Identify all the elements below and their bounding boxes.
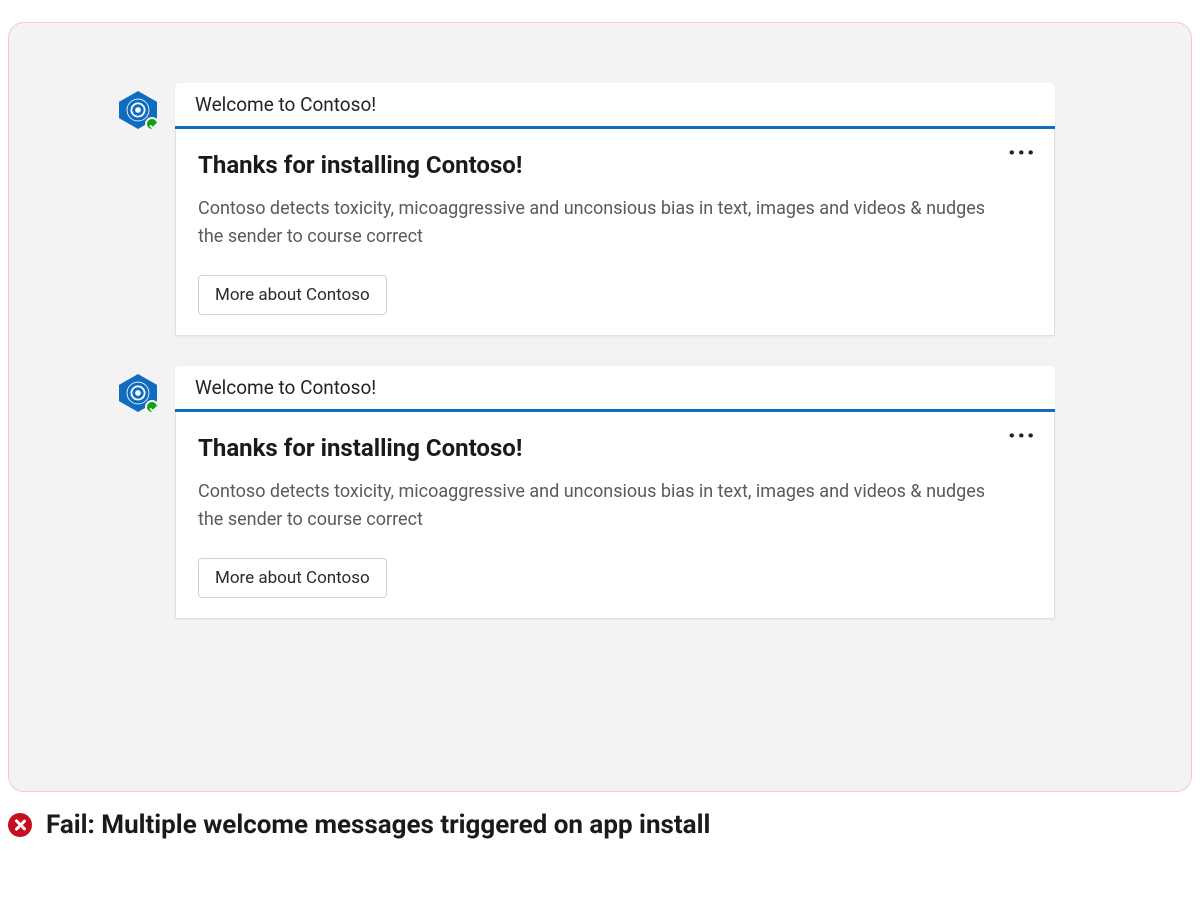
presence-available-icon bbox=[145, 400, 159, 414]
more-about-button[interactable]: More about Contoso bbox=[198, 275, 387, 315]
more-options-icon[interactable]: ··· bbox=[1008, 430, 1036, 441]
message-card: Welcome to Contoso! ··· Thanks for insta… bbox=[119, 366, 1191, 619]
card-title: Thanks for installing Contoso! bbox=[198, 151, 1032, 179]
card-title: Thanks for installing Contoso! bbox=[198, 434, 1032, 462]
caption-text: Fail: Multiple welcome messages triggere… bbox=[46, 810, 710, 840]
card-body: ··· Thanks for installing Contoso! Conto… bbox=[175, 129, 1055, 336]
card-description: Contoso detects toxicity, micoaggressive… bbox=[198, 478, 988, 534]
card-header: Welcome to Contoso! bbox=[175, 366, 1055, 409]
fail-icon bbox=[8, 813, 32, 837]
card-body: ··· Thanks for installing Contoso! Conto… bbox=[175, 412, 1055, 619]
more-options-icon[interactable]: ··· bbox=[1008, 147, 1036, 158]
bot-avatar bbox=[119, 374, 157, 412]
card-description: Contoso detects toxicity, micoaggressive… bbox=[198, 195, 988, 251]
more-about-button[interactable]: More about Contoso bbox=[198, 558, 387, 598]
presence-available-icon bbox=[145, 117, 159, 131]
message-card: Welcome to Contoso! ··· Thanks for insta… bbox=[119, 83, 1191, 336]
adaptive-card: Welcome to Contoso! ··· Thanks for insta… bbox=[175, 83, 1055, 336]
example-frame: Welcome to Contoso! ··· Thanks for insta… bbox=[8, 22, 1192, 792]
caption-row: Fail: Multiple welcome messages triggere… bbox=[8, 810, 1200, 840]
adaptive-card: Welcome to Contoso! ··· Thanks for insta… bbox=[175, 366, 1055, 619]
bot-avatar bbox=[119, 91, 157, 129]
card-header: Welcome to Contoso! bbox=[175, 83, 1055, 126]
